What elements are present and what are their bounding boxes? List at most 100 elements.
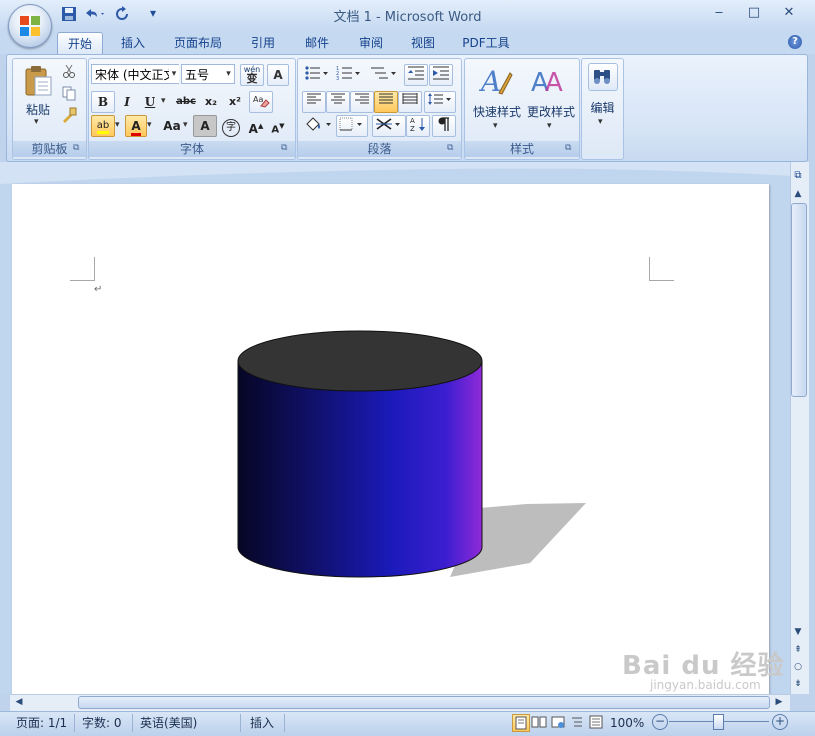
align-center-button[interactable] bbox=[326, 91, 350, 113]
pilcrow-icon bbox=[438, 117, 449, 131]
word-count[interactable]: 字数: 0 bbox=[82, 715, 122, 731]
increase-indent-button[interactable] bbox=[429, 64, 453, 86]
styles-launcher-icon[interactable]: ⧉ bbox=[565, 143, 571, 153]
borders-button[interactable] bbox=[336, 115, 368, 137]
tab-review[interactable]: 审阅 bbox=[350, 32, 392, 54]
outline-view-icon[interactable] bbox=[569, 714, 585, 730]
underline-dropdown-icon[interactable]: ▾ bbox=[161, 96, 166, 106]
ruler-toggle-icon[interactable]: ⧉ bbox=[790, 168, 806, 184]
font-group: 宋体 (中文正文) ▾ 五号 ▾ wén 变 A B I U ▾ abc x₂ x… bbox=[88, 58, 296, 160]
change-case-dropdown-icon[interactable]: ▾ bbox=[183, 120, 188, 130]
paste-dropdown-icon: ▾ bbox=[34, 117, 39, 127]
font-name-combo[interactable]: 宋体 (中文正文) bbox=[91, 64, 179, 84]
full-screen-reading-view-icon[interactable] bbox=[531, 714, 547, 730]
justify-icon bbox=[379, 93, 393, 104]
zoom-in-icon[interactable]: + bbox=[772, 714, 788, 730]
multilevel-list-button[interactable] bbox=[368, 64, 400, 86]
strikethrough-button[interactable]: abc bbox=[173, 91, 199, 113]
phonetic-guide-button[interactable]: wén 变 bbox=[240, 64, 264, 86]
office-button[interactable] bbox=[8, 4, 52, 48]
horizontal-scroll-thumb[interactable] bbox=[78, 696, 770, 709]
justify-button[interactable] bbox=[374, 91, 398, 113]
clear-formatting-button[interactable]: Aa bbox=[249, 91, 273, 113]
font-launcher-icon[interactable]: ⧉ bbox=[281, 143, 287, 153]
font-color-dropdown-icon[interactable]: ▾ bbox=[147, 120, 152, 130]
minimize-button[interactable]: ‒ bbox=[706, 4, 732, 22]
tab-home[interactable]: 开始 bbox=[57, 32, 103, 55]
draft-view-icon[interactable] bbox=[588, 714, 604, 730]
line-spacing-button[interactable] bbox=[424, 91, 456, 113]
editing-group[interactable]: 编辑 ▾ bbox=[581, 58, 624, 160]
font-name-dropdown-icon[interactable]: ▾ bbox=[169, 65, 179, 83]
tab-insert[interactable]: 插入 bbox=[112, 32, 154, 54]
help-icon[interactable]: ? bbox=[788, 35, 802, 49]
zoom-level[interactable]: 100% bbox=[610, 715, 644, 731]
copy-icon[interactable] bbox=[61, 85, 79, 101]
tab-references[interactable]: 引用 bbox=[242, 32, 284, 54]
tab-view[interactable]: 视图 bbox=[402, 32, 444, 54]
change-case-button[interactable]: Aa bbox=[159, 115, 185, 137]
decrease-indent-button[interactable] bbox=[404, 64, 428, 86]
margin-corner-top-left bbox=[70, 257, 95, 281]
cut-icon[interactable] bbox=[61, 63, 79, 79]
language-indicator[interactable]: 英语(美国) bbox=[140, 715, 197, 731]
chinese-layout-button[interactable] bbox=[372, 115, 406, 137]
vertical-scroll-thumb[interactable] bbox=[791, 203, 807, 397]
font-size-dropdown-icon[interactable]: ▾ bbox=[223, 65, 234, 83]
scroll-left-icon[interactable]: ◀ bbox=[12, 695, 26, 709]
highlight-dropdown-icon[interactable]: ▾ bbox=[115, 120, 120, 130]
previous-page-icon[interactable]: ⇞ bbox=[791, 643, 805, 657]
insert-mode[interactable]: 插入 bbox=[250, 715, 274, 731]
quick-styles-label: 快速样式 bbox=[472, 105, 521, 119]
select-browse-object-icon[interactable]: ○ bbox=[791, 660, 805, 674]
sort-button[interactable]: AZ bbox=[406, 115, 430, 137]
paragraph-launcher-icon[interactable]: ⧉ bbox=[447, 143, 453, 153]
align-right-button[interactable] bbox=[350, 91, 374, 113]
styles-group: A 快速样式 ▾ A A 更改样式 ▾ 样式 ⧉ bbox=[464, 58, 580, 160]
format-painter-icon[interactable] bbox=[61, 107, 79, 123]
tab-page-layout[interactable]: 页面布局 bbox=[166, 32, 230, 54]
numbering-button[interactable]: 123 bbox=[334, 64, 364, 86]
cylinder-shape[interactable] bbox=[230, 325, 600, 587]
character-border-button[interactable]: A bbox=[267, 64, 289, 86]
svg-text:A: A bbox=[410, 117, 415, 125]
distributed-button[interactable] bbox=[398, 91, 422, 113]
tab-pdf-tools[interactable]: PDF工具 bbox=[456, 32, 516, 54]
paragraph-mark: ↵ bbox=[94, 284, 103, 295]
grow-font-button[interactable]: A▲ bbox=[245, 115, 267, 137]
subscript-button[interactable]: x₂ bbox=[199, 91, 223, 113]
bold-button[interactable]: B bbox=[91, 91, 115, 113]
web-layout-view-icon[interactable] bbox=[550, 714, 566, 730]
scroll-up-icon[interactable]: ▲ bbox=[791, 187, 805, 201]
scroll-right-icon[interactable]: ▶ bbox=[772, 695, 786, 709]
change-styles-button[interactable]: A A 更改样式 ▾ bbox=[523, 63, 575, 135]
font-color-button[interactable]: A bbox=[125, 115, 147, 137]
paste-button[interactable]: 粘贴 ▾ bbox=[21, 63, 55, 131]
scroll-down-icon[interactable]: ▼ bbox=[791, 625, 805, 639]
maximize-button[interactable]: □ bbox=[741, 4, 767, 22]
align-left-button[interactable] bbox=[302, 91, 326, 113]
quick-styles-button[interactable]: A 快速样式 ▾ bbox=[469, 63, 521, 135]
font-group-label: 字体 bbox=[89, 141, 295, 157]
clipboard-launcher-icon[interactable]: ⧉ bbox=[73, 143, 79, 153]
bullets-button[interactable] bbox=[302, 64, 332, 86]
superscript-button[interactable]: x² bbox=[223, 91, 247, 113]
tab-mailings[interactable]: 邮件 bbox=[296, 32, 338, 54]
zoom-slider-thumb[interactable] bbox=[713, 714, 724, 730]
highlight-button[interactable]: ab bbox=[91, 115, 115, 137]
zoom-out-icon[interactable]: − bbox=[652, 714, 668, 730]
shrink-font-button[interactable]: A▼ bbox=[267, 115, 289, 137]
close-button[interactable]: ✕ bbox=[776, 4, 802, 22]
borders-icon bbox=[339, 117, 362, 131]
underline-button[interactable]: U bbox=[139, 91, 161, 113]
page-count[interactable]: 页面: 1/1 bbox=[16, 715, 67, 731]
italic-button[interactable]: I bbox=[115, 91, 139, 113]
print-layout-view-icon[interactable] bbox=[512, 714, 530, 732]
next-page-icon[interactable]: ⇟ bbox=[791, 677, 805, 691]
character-shading-button[interactable]: A bbox=[193, 115, 217, 137]
binoculars-icon bbox=[588, 63, 618, 91]
shading-button[interactable] bbox=[302, 115, 336, 137]
svg-text:A: A bbox=[479, 65, 501, 97]
enclose-characters-button[interactable]: 字 bbox=[219, 115, 243, 137]
show-hide-marks-button[interactable] bbox=[432, 115, 456, 137]
